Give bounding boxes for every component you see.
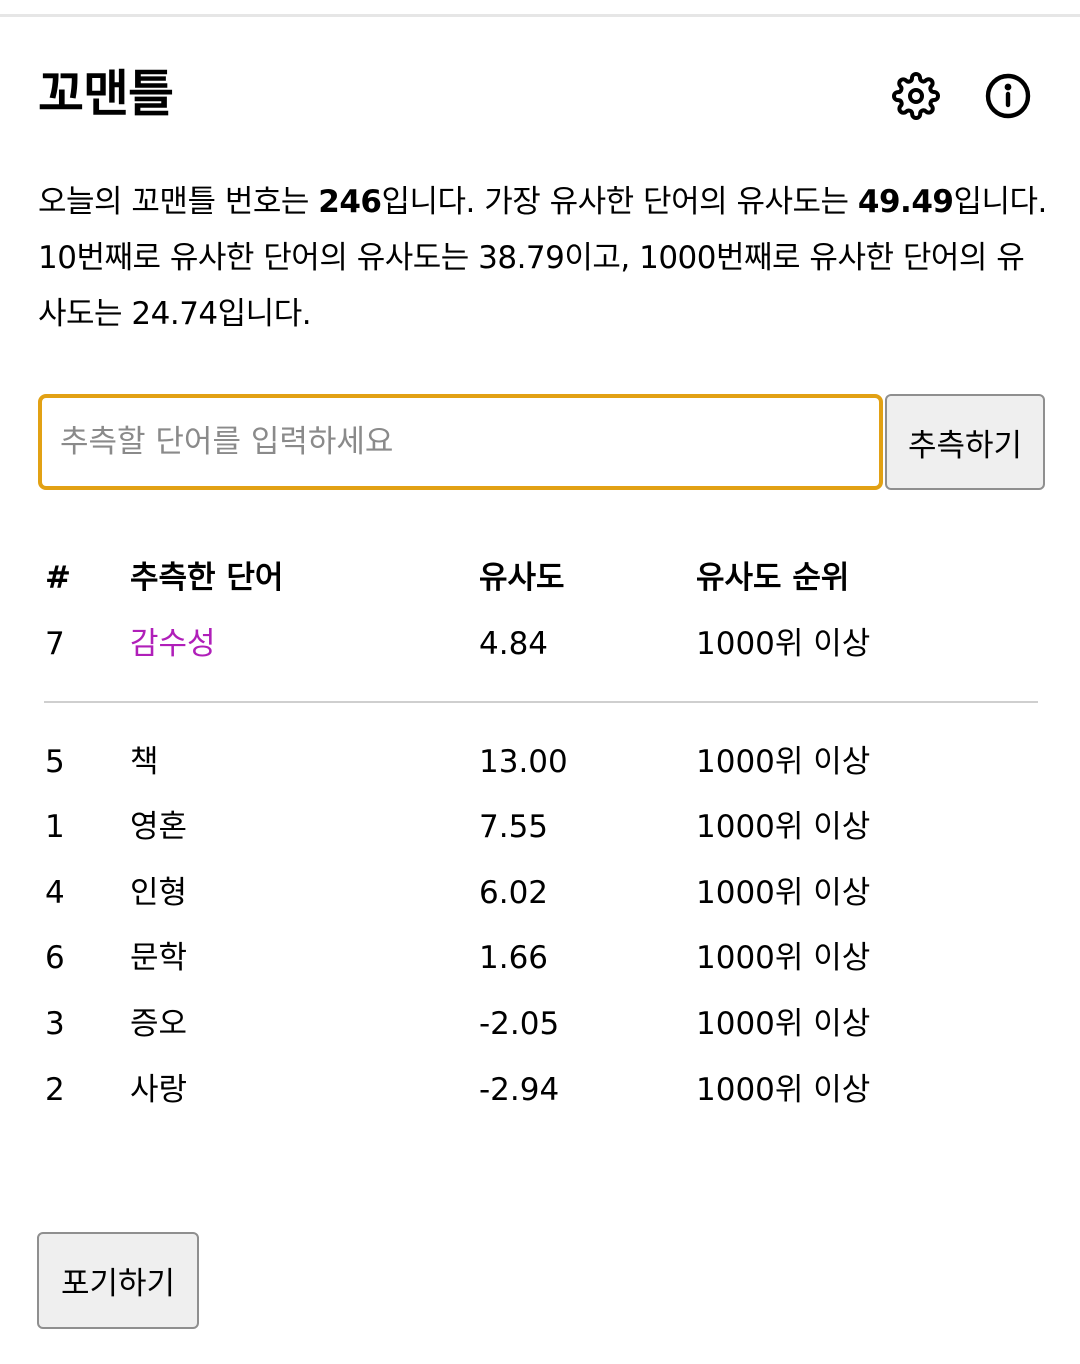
guess-word: 사랑 xyxy=(130,1072,188,1108)
col-header-word: 추측한 단어 xyxy=(130,560,284,596)
intro-text: 오늘의 꼬맨틀 번호는 246입니다. 가장 유사한 단어의 유사도는 49.4… xyxy=(38,174,1048,342)
guess-button[interactable]: 추측하기 xyxy=(885,394,1045,490)
guess-similarity: 1.66 xyxy=(479,940,549,976)
guess-rank: 1000위 이상 xyxy=(696,875,871,911)
guess-similarity: 6.02 xyxy=(479,875,549,911)
guess-similarity: 4.84 xyxy=(479,626,549,662)
puzzle-number: 246 xyxy=(318,184,382,220)
give-up-button[interactable]: 포기하기 xyxy=(37,1232,199,1329)
table-row: 3 증오 -2.05 1000위 이상 xyxy=(0,994,1080,1054)
col-header-rank: 유사도 순위 xyxy=(696,560,850,596)
latest-guess-row: 7 감수성 4.84 1000위 이상 xyxy=(0,614,1080,674)
col-header-similarity: 유사도 xyxy=(479,560,565,596)
table-row: 6 문학 1.66 1000위 이상 xyxy=(0,928,1080,988)
guess-number: 6 xyxy=(45,940,65,976)
guess-number: 7 xyxy=(45,626,65,662)
guess-similarity: 13.00 xyxy=(479,744,568,780)
guess-rank: 1000위 이상 xyxy=(696,809,871,845)
guess-rank: 1000위 이상 xyxy=(696,626,871,662)
guess-rank: 1000위 이상 xyxy=(696,1072,871,1108)
guess-number: 5 xyxy=(45,744,65,780)
guess-rank: 1000위 이상 xyxy=(696,1006,871,1042)
app-title: 꼬맨틀 xyxy=(38,65,174,123)
col-header-number: # xyxy=(45,560,71,596)
table-row: 4 인형 6.02 1000위 이상 xyxy=(0,863,1080,923)
guess-rank: 1000위 이상 xyxy=(696,940,871,976)
table-divider xyxy=(44,701,1038,703)
guess-number: 3 xyxy=(45,1006,65,1042)
gear-icon xyxy=(892,72,940,120)
guess-word: 책 xyxy=(130,744,159,780)
guess-word: 증오 xyxy=(130,1006,188,1042)
top-similarity: 49.49 xyxy=(857,184,954,220)
guess-similarity: 7.55 xyxy=(479,809,549,845)
intro-text-part: 오늘의 꼬맨틀 번호는 xyxy=(38,184,319,220)
guess-input[interactable] xyxy=(38,394,883,490)
info-button[interactable] xyxy=(984,72,1032,120)
guess-number: 4 xyxy=(45,875,65,911)
settings-button[interactable] xyxy=(892,72,940,120)
guess-word: 인형 xyxy=(130,875,188,911)
guess-similarity: -2.94 xyxy=(479,1072,560,1108)
guess-number: 1 xyxy=(45,809,65,845)
top-divider xyxy=(0,14,1080,17)
guess-word: 문학 xyxy=(130,940,188,976)
table-header: # 추측한 단어 유사도 유사도 순위 xyxy=(0,548,1080,608)
guess-word: 영혼 xyxy=(130,809,188,845)
guess-similarity: -2.05 xyxy=(479,1006,560,1042)
guess-number: 2 xyxy=(45,1072,65,1108)
table-row: 2 사랑 -2.94 1000위 이상 xyxy=(0,1060,1080,1120)
guess-word: 감수성 xyxy=(130,626,216,662)
table-row: 5 책 13.00 1000위 이상 xyxy=(0,732,1080,792)
guess-rank: 1000위 이상 xyxy=(696,744,871,780)
table-row: 1 영혼 7.55 1000위 이상 xyxy=(0,797,1080,857)
intro-text-part: 입니다. 가장 유사한 단어의 유사도는 xyxy=(381,184,858,220)
info-icon xyxy=(985,73,1031,119)
